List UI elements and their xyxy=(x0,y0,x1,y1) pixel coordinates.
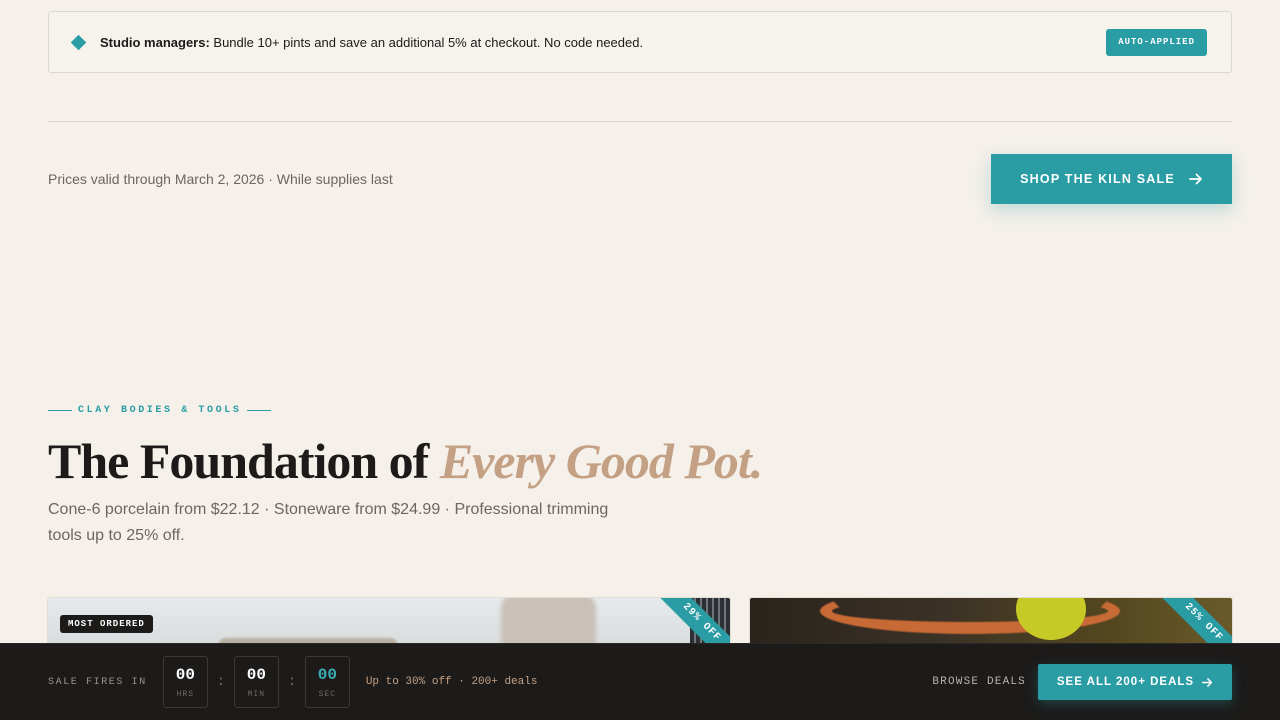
auto-applied-badge: AUTO-APPLIED xyxy=(1106,28,1207,56)
promo-text: Studio managers: Bundle 10+ pints and sa… xyxy=(100,35,643,50)
hours-value: 00 xyxy=(175,665,195,684)
deal-summary: Up to 30% off · 200+ deals xyxy=(365,676,538,688)
minutes-value: 00 xyxy=(246,665,266,684)
most-ordered-tag: MOST ORDERED xyxy=(60,615,153,633)
seconds-unit: SEC xyxy=(318,689,337,699)
minutes-unit: MIN xyxy=(247,689,266,699)
browse-deals-link[interactable]: BROWSE DEALS xyxy=(932,676,1026,688)
see-all-deals-label: SEE ALL 200+ DEALS xyxy=(1056,676,1195,688)
headline-plain: The Foundation of xyxy=(48,433,440,489)
section-divider xyxy=(48,121,1232,122)
shop-kiln-sale-label: SHOP THE KILN SALE xyxy=(1020,172,1175,186)
countdown-minutes: 00 MIN xyxy=(233,656,279,708)
promo-text-strong: Studio managers: xyxy=(100,34,210,50)
eyebrow-rule-right xyxy=(247,410,272,411)
countdown-label: SALE FIRES IN xyxy=(48,676,147,688)
countdown-sticky-bar: SALE FIRES IN 00 HRS : 00 MIN : 00 SEC U… xyxy=(0,643,1280,720)
arrow-right-icon xyxy=(1188,172,1203,186)
headline-accent: Every Good Pot. xyxy=(439,433,763,489)
diamond-icon xyxy=(70,34,87,50)
countdown-seconds: 00 SEC xyxy=(304,656,350,708)
section-headline: The Foundation of Every Good Pot. xyxy=(48,432,763,490)
time-separator: : xyxy=(216,674,226,690)
promo-text-body: Bundle 10+ pints and save an additional … xyxy=(209,34,644,50)
section-eyebrow: CLAY BODIES & TOOLS xyxy=(48,405,272,416)
product-photo-detail xyxy=(1016,598,1086,640)
shop-kiln-sale-button[interactable]: SHOP THE KILN SALE xyxy=(991,154,1232,204)
price-validity-note: Prices valid through March 2, 2026 · Whi… xyxy=(48,171,393,187)
arrow-right-icon xyxy=(1202,677,1213,688)
studio-promo-banner: Studio managers: Bundle 10+ pints and sa… xyxy=(48,11,1232,73)
seconds-value: 00 xyxy=(317,665,337,684)
time-separator: : xyxy=(287,674,297,690)
eyebrow-rule-left xyxy=(48,410,72,411)
see-all-deals-button[interactable]: SEE ALL 200+ DEALS xyxy=(1038,664,1232,700)
countdown-hours: 00 HRS xyxy=(162,656,208,708)
hours-unit: HRS xyxy=(176,689,195,699)
section-subtitle: Cone-6 porcelain from $22.12 · Stoneware… xyxy=(48,501,609,544)
eyebrow-label: CLAY BODIES & TOOLS xyxy=(78,405,242,416)
